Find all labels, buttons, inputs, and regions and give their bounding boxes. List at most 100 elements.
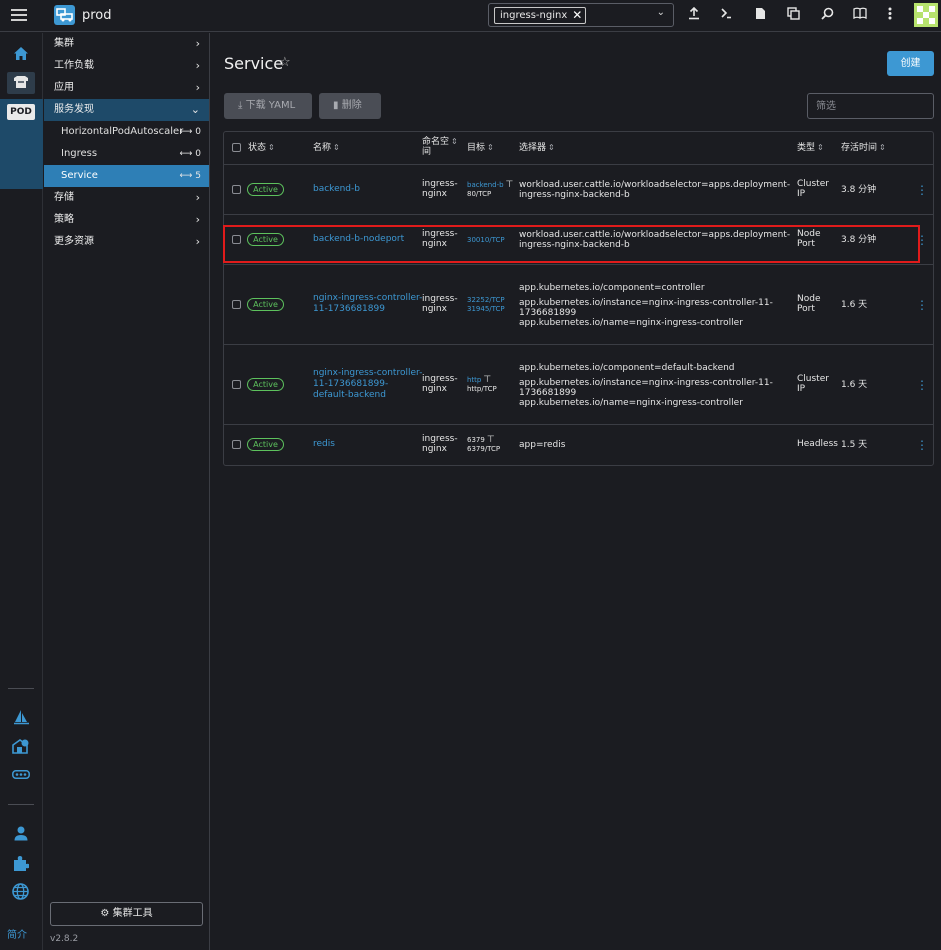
status-badge: Active — [247, 378, 284, 391]
nav-item-label: Service — [61, 170, 98, 181]
close-icon[interactable]: ✕ — [572, 8, 582, 23]
row-actions-icon[interactable]: ⋮ — [916, 299, 928, 311]
target-link[interactable]: 31945/TCP — [467, 305, 517, 314]
nav-item-service[interactable]: Service ⟷ 5 — [44, 165, 209, 187]
kubeconfig-download-icon[interactable] — [752, 7, 768, 23]
docs-icon[interactable] — [852, 7, 868, 23]
namespace-value: ingress-nginx — [422, 434, 458, 454]
target-link[interactable]: http ⊤ — [467, 376, 517, 385]
chevron-down-icon[interactable]: ⌄ — [657, 7, 665, 18]
service-name-link[interactable]: backend-b — [313, 184, 360, 195]
row-checkbox[interactable] — [232, 185, 241, 194]
column-header-age[interactable]: 存活时间 ⇕ — [841, 143, 886, 153]
selector-value: workload.user.cattle.io/workloadselector… — [519, 180, 791, 200]
target-link[interactable]: 32252/TCP — [467, 296, 517, 305]
column-header-state[interactable]: 状态 ⇕ — [248, 143, 275, 153]
table-row: Active redis ingress-nginx 6379 ⊤ 6379/TCP app… — [224, 425, 933, 465]
nav-group-label: 工作负载 — [54, 60, 94, 71]
trash-icon: ▮ — [333, 100, 339, 111]
about-link[interactable]: 简介 — [7, 926, 27, 941]
column-header-target[interactable]: 目标 ⇕ — [467, 143, 494, 153]
nav-group-policy[interactable]: 策略 › — [44, 209, 209, 231]
fleet-sail-icon[interactable] — [0, 706, 43, 730]
chevron-right-icon: › — [195, 191, 200, 204]
chevron-right-icon: › — [195, 59, 200, 72]
copy-kubeconfig-icon[interactable] — [785, 7, 801, 23]
download-yaml-button[interactable]: ⤓ 下载 YAML — [224, 93, 312, 119]
target-port: 80/TCP — [467, 190, 492, 198]
chevron-down-icon: ⌄ — [190, 103, 200, 116]
nav-item-ingress[interactable]: Ingress ⟷ 0 — [44, 143, 209, 165]
kubectl-shell-icon[interactable] — [718, 7, 734, 23]
row-actions-icon[interactable]: ⋮ — [916, 184, 928, 196]
delete-button[interactable]: ▮ 删除 — [319, 93, 381, 119]
row-checkbox[interactable] — [232, 440, 241, 449]
column-header-name[interactable]: 名称 ⇕ — [313, 143, 340, 153]
target-cell: http ⊤ http/TCP — [467, 376, 517, 394]
nav-item-label: Ingress — [61, 148, 98, 159]
resource-count: ⟷ 5 — [179, 171, 202, 181]
column-header-selector[interactable]: 选择器 ⇕ — [519, 143, 555, 153]
service-name-link[interactable]: nginx-ingress-controller- 11-1736681899- d… — [313, 368, 422, 401]
select-all-checkbox[interactable] — [232, 143, 241, 152]
nav-group-storage[interactable]: 存储 › — [44, 187, 209, 209]
column-header-namespace[interactable]: 命名空 ⇕ 间 — [422, 137, 458, 157]
sort-icon: ⇕ — [268, 143, 275, 152]
globe-icon[interactable] — [0, 880, 43, 904]
side-nav: 集群 › 工作负载 › 应用 › 服务发现 ⌄ HorizontalPodAut… — [44, 33, 210, 950]
service-type: Headless — [797, 439, 838, 449]
nav-group-cluster[interactable]: 集群 › — [44, 33, 209, 55]
chevron-right-icon: › — [195, 81, 200, 94]
service-name-link[interactable]: backend-b-nodeport — [313, 234, 404, 245]
selector-value: app=redis — [519, 440, 566, 450]
create-button[interactable]: 创建 — [887, 51, 934, 76]
pod-badge[interactable]: POD — [7, 104, 35, 120]
nav-group-apps[interactable]: 应用 › — [44, 77, 209, 99]
nav-group-label: 更多资源 — [54, 236, 94, 247]
page-title: Service — [224, 54, 284, 73]
target-link[interactable]: 30010/TCP — [467, 236, 517, 245]
nav-group-more-resources[interactable]: 更多资源 › — [44, 231, 209, 253]
nav-group-service-discovery[interactable]: 服务发现 ⌄ — [44, 99, 209, 121]
row-checkbox[interactable] — [232, 380, 241, 389]
cluster-name: prod — [82, 8, 112, 23]
column-header-type[interactable]: 类型 ⇕ — [797, 143, 824, 153]
namespace-filter-select[interactable]: ingress-nginx ✕ ⌄ — [488, 3, 674, 27]
chevron-right-icon: › — [195, 213, 200, 226]
row-actions-icon[interactable]: ⋮ — [916, 234, 928, 246]
extensions-icon[interactable] — [0, 763, 43, 787]
home-icon[interactable] — [0, 43, 43, 67]
age-value: 1.5 天 — [841, 440, 868, 450]
target-cell: 6379 ⊤ 6379/TCP — [467, 436, 517, 454]
chevron-right-icon: › — [195, 37, 200, 50]
puzzle-icon[interactable] — [0, 852, 43, 876]
row-checkbox[interactable] — [232, 235, 241, 244]
namespace-value: ingress-nginx — [422, 374, 458, 394]
nav-group-workloads[interactable]: 工作负载 › — [44, 55, 209, 77]
import-yaml-icon[interactable] — [686, 6, 702, 23]
menu-icon[interactable] — [11, 9, 27, 23]
row-checkbox[interactable] — [232, 300, 241, 309]
row-actions-icon[interactable]: ⋮ — [916, 439, 928, 451]
row-actions-icon[interactable]: ⋮ — [916, 379, 928, 391]
more-icon[interactable] — [882, 7, 898, 23]
user-icon[interactable] — [0, 823, 43, 847]
network-icon: ⊤ — [486, 435, 495, 445]
star-icon[interactable]: ☆ — [279, 55, 291, 70]
service-type: Node Port — [797, 229, 821, 249]
table-row: Active backend-b-nodeport ingress-nginx 300… — [224, 215, 933, 265]
cluster-tools-label: 集群工具 — [112, 908, 153, 919]
service-name-link[interactable]: nginx-ingress-controller- 11-1736681899 — [313, 293, 422, 315]
user-avatar[interactable] — [914, 3, 938, 27]
filter-input[interactable] — [807, 93, 934, 119]
service-name-link[interactable]: redis — [313, 439, 335, 450]
cluster-icon[interactable] — [0, 71, 43, 95]
cluster-tools-button[interactable]: ⚙ 集群工具 — [50, 902, 203, 926]
search-icon[interactable] — [819, 7, 835, 23]
rail-divider — [8, 804, 34, 805]
namespace-value: ingress-nginx — [422, 294, 458, 314]
nav-group-label: 服务发现 — [54, 104, 94, 115]
virtualization-icon[interactable] — [0, 735, 43, 759]
nav-item-hpa[interactable]: HorizontalPodAutoscaler ⟷ 0 — [44, 121, 209, 143]
target-link[interactable]: backend-b ⊤ — [467, 181, 517, 190]
